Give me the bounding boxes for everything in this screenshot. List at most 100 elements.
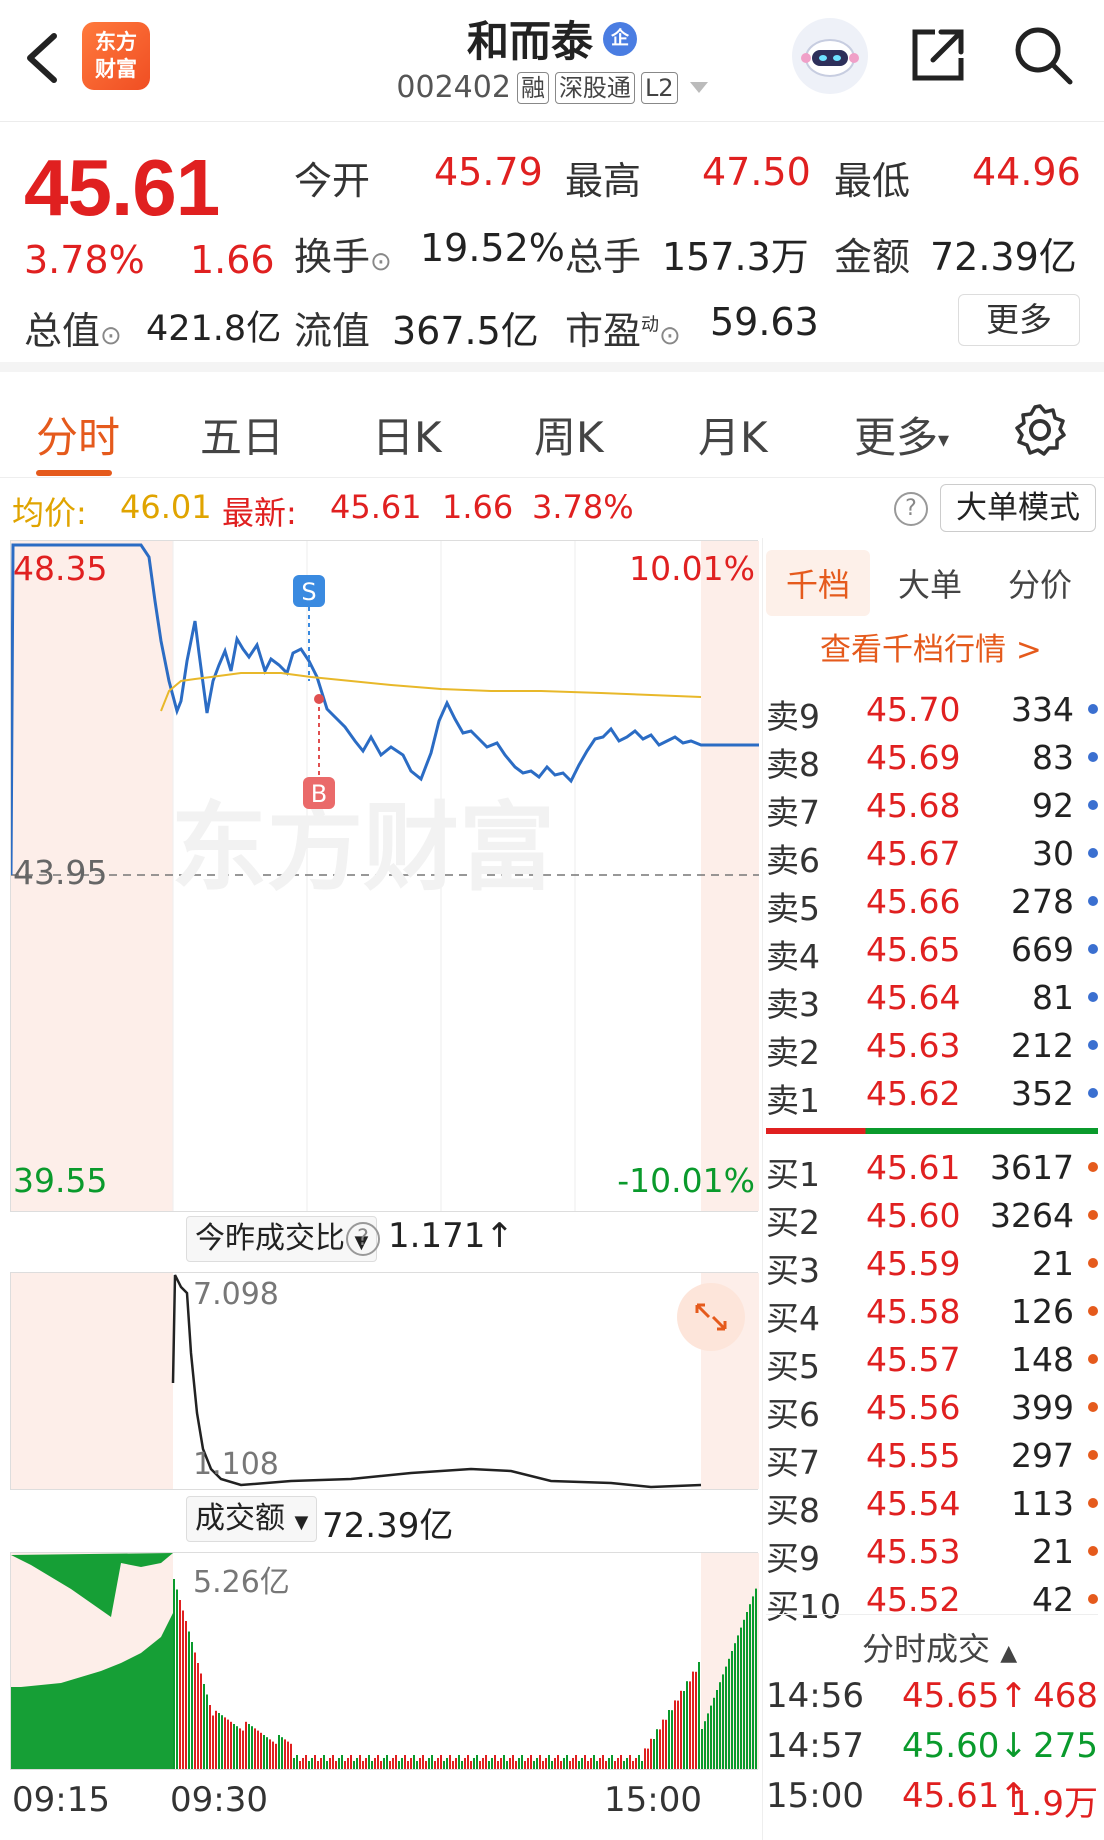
help-icon[interactable]: ? xyxy=(894,492,928,526)
ask-row[interactable]: 卖2 45.63 212 xyxy=(766,1026,1102,1074)
amount-bar xyxy=(440,1755,442,1769)
amount-bar xyxy=(560,1761,562,1769)
bid-price: 45.58 xyxy=(866,1292,961,1331)
robot-assistant-icon[interactable] xyxy=(792,18,868,94)
tab-intraday[interactable]: 分时 xyxy=(36,404,120,465)
amount-bar xyxy=(263,1735,265,1769)
more-button[interactable]: 更多 xyxy=(958,294,1080,346)
bid-row[interactable]: 买10 45.52 42 xyxy=(766,1580,1102,1628)
help-icon[interactable]: ? xyxy=(346,1222,380,1256)
turnover-label-text: 换手 xyxy=(294,235,371,279)
turnover-label[interactable]: 换手⊙ xyxy=(294,226,392,281)
x-label-open: 09:15 xyxy=(12,1780,110,1820)
bid-row[interactable]: 买4 45.58 126 xyxy=(766,1292,1102,1340)
ask-row[interactable]: 卖3 45.64 81 xyxy=(766,978,1102,1026)
amount-bar xyxy=(275,1743,277,1769)
amount-bar xyxy=(485,1755,487,1769)
amount-bar xyxy=(464,1758,466,1769)
tab-big-order[interactable]: 大单 xyxy=(898,560,962,606)
amount-bar xyxy=(629,1755,631,1769)
bid-volume: 297 xyxy=(1011,1436,1074,1475)
bid-row[interactable]: 买8 45.54 113 xyxy=(766,1484,1102,1532)
pe-label[interactable]: 市盈动⊙ xyxy=(565,300,681,355)
order-dot-icon xyxy=(1088,1088,1098,1098)
amount-y-top: 5.26亿 xyxy=(193,1565,290,1600)
gear-icon[interactable] xyxy=(1012,402,1068,458)
amount-bar xyxy=(524,1761,526,1769)
info-icon: ⊙ xyxy=(370,247,392,277)
ask-volume: 212 xyxy=(1011,1026,1074,1065)
tab-price-dist[interactable]: 分价 xyxy=(1008,560,1072,606)
amount-selector[interactable]: 成交额 ▼ xyxy=(186,1496,318,1542)
tab-level-book[interactable]: 千档 xyxy=(766,550,871,616)
abs-change: 1.66 xyxy=(190,238,275,282)
amount-bar xyxy=(527,1758,529,1769)
amount-bar xyxy=(581,1758,583,1769)
amount-bar xyxy=(191,1642,193,1769)
price-chart-canvas: 东方财富 S B xyxy=(11,541,759,1211)
ask-level: 卖3 xyxy=(766,985,820,1024)
bid-price: 45.53 xyxy=(866,1532,961,1571)
bid-row[interactable]: 买7 45.55 297 xyxy=(766,1436,1102,1484)
x-label-close: 15:00 xyxy=(604,1780,702,1820)
ask-row[interactable]: 卖5 45.66 278 xyxy=(766,882,1102,930)
tab-daily-k[interactable]: 日K xyxy=(372,404,442,465)
ask-row[interactable]: 卖8 45.69 83 xyxy=(766,738,1102,786)
amount-bar xyxy=(296,1755,298,1769)
ask-row[interactable]: 卖6 45.67 30 xyxy=(766,834,1102,882)
amount-bar xyxy=(539,1755,541,1769)
amount-bar xyxy=(371,1761,373,1769)
ask-level: 卖8 xyxy=(766,745,820,784)
tab-monthly-k[interactable]: 月K xyxy=(698,404,768,465)
view-full-book-link[interactable]: 查看千档行情 > xyxy=(820,624,1042,669)
ticks-title[interactable]: 分时成交 ▲ xyxy=(862,1624,1017,1670)
amount-bar xyxy=(353,1761,355,1769)
amount-value: 72.39亿 xyxy=(930,235,1077,279)
volume-ratio-chart[interactable]: 7.098 1.108 xyxy=(10,1272,759,1490)
bid-row[interactable]: 买6 45.56 399 xyxy=(766,1388,1102,1436)
avg-price-line xyxy=(160,672,702,712)
amount-bar xyxy=(224,1717,226,1769)
big-order-mode-button[interactable]: 大单模式 xyxy=(940,484,1096,532)
amount-bar xyxy=(383,1758,385,1769)
bid-row[interactable]: 买5 45.57 148 xyxy=(766,1340,1102,1388)
amount-bar xyxy=(194,1652,196,1769)
amount-bar xyxy=(311,1758,313,1769)
ask-price: 45.65 xyxy=(866,930,961,969)
ask-price: 45.66 xyxy=(866,882,961,921)
ask-row[interactable]: 卖7 45.68 92 xyxy=(766,786,1102,834)
open-label: 今开 xyxy=(294,159,371,203)
tick-time: 14:56 xyxy=(766,1676,864,1716)
amount-bar xyxy=(659,1729,661,1769)
amount-bar xyxy=(563,1758,565,1769)
tab-weekly-k[interactable]: 周K xyxy=(534,404,604,465)
amount-bar xyxy=(611,1755,613,1769)
price-chart[interactable]: 东方财富 S B 48.35 43.95 39.55 10.01% -10.01… xyxy=(10,540,759,1212)
amount-bar xyxy=(404,1755,406,1769)
amount-bar xyxy=(434,1761,436,1769)
pe-value: 59.63 xyxy=(710,300,819,344)
amount-bar xyxy=(347,1758,349,1769)
share-icon[interactable] xyxy=(905,22,971,88)
search-icon[interactable] xyxy=(1010,22,1076,88)
bid-row[interactable]: 买3 45.59 21 xyxy=(766,1244,1102,1292)
expand-button-bg xyxy=(677,1283,745,1351)
ask-level: 卖5 xyxy=(766,889,820,928)
ask-row[interactable]: 卖1 45.62 352 xyxy=(766,1074,1102,1122)
ask-row[interactable]: 卖4 45.65 669 xyxy=(766,930,1102,978)
bid-level: 买3 xyxy=(766,1251,820,1290)
intraday-info-line: 均价: 46.01 最新: 45.61 1.66 3.78% ? 大单模式 xyxy=(0,478,1104,538)
bid-row[interactable]: 买1 45.61 3617 xyxy=(766,1148,1102,1196)
bid-row[interactable]: 买2 45.60 3264 xyxy=(766,1196,1102,1244)
bid-level: 买9 xyxy=(766,1539,820,1578)
amount-bar xyxy=(728,1658,730,1769)
amount-chart[interactable]: 5.26亿 xyxy=(10,1552,759,1770)
amount-bar xyxy=(449,1755,451,1769)
mktcap-label[interactable]: 总值⊙ xyxy=(24,300,122,355)
ask-row[interactable]: 卖9 45.70 334 xyxy=(766,690,1102,738)
amount-bar xyxy=(488,1761,490,1769)
tab-five-day[interactable]: 五日 xyxy=(200,404,284,465)
bid-row[interactable]: 买9 45.53 21 xyxy=(766,1532,1102,1580)
tab-more[interactable]: 更多▾ xyxy=(854,404,949,465)
avg-label: 均价: xyxy=(12,494,87,532)
